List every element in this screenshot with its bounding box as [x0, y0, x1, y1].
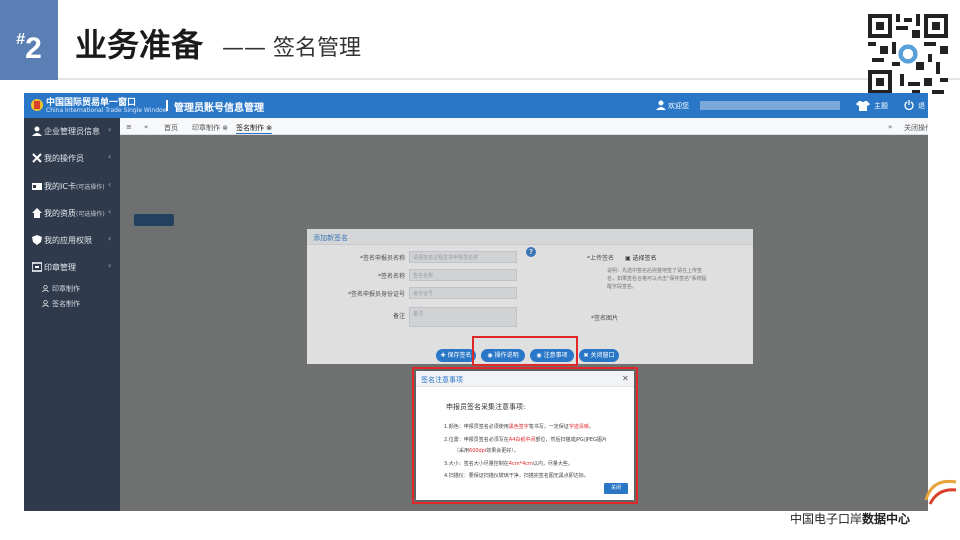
sidebar-item-app-permissions[interactable]: 我的应用权限 ‹: [24, 227, 120, 253]
field-label-sign-name: *签名名称: [377, 273, 405, 280]
sidebar-subitem-seal-make[interactable]: 印章制作: [42, 284, 80, 294]
section-badge: #2: [0, 0, 58, 80]
footer-credit: 中国电子口岸数据中心: [790, 512, 911, 526]
menu-toggle-icon[interactable]: ≡: [126, 123, 132, 131]
user-icon: [32, 126, 42, 136]
single-window-logo-icon: [31, 99, 43, 111]
app-window: 中国国际贸易单一窗口 China International Trade Sin…: [24, 93, 928, 511]
top-navbar: 中国国际贸易单一窗口 China International Trade Sin…: [24, 93, 928, 118]
qr-code-icon: [868, 14, 948, 94]
id-number-input[interactable]: 身份证号: [409, 287, 517, 299]
sign-name-input[interactable]: 签名名称: [409, 269, 517, 281]
field-label-declarant-name: *签名申报员名称: [359, 255, 405, 262]
sidebar-item-label: 印章管理: [44, 263, 76, 272]
chevron-down-icon: ‹: [108, 261, 112, 270]
shirt-icon[interactable]: [856, 101, 870, 111]
upload-description: 说明：先选中签名后完整地签了请在上传签名，如果签名合格可以点击"保存签名"系统提…: [607, 268, 707, 290]
tab-home[interactable]: 首页: [164, 123, 178, 133]
data-center-logo-icon: [924, 479, 957, 505]
chevron-left-icon: ‹: [108, 207, 112, 216]
dialog-header: 添加新签名: [307, 229, 753, 245]
tools-icon: [32, 153, 42, 163]
remark-textarea[interactable]: 备注: [409, 307, 517, 327]
system-name: 管理员账号信息管理: [174, 103, 264, 114]
slide-subtitle: —— 签名管理: [222, 36, 361, 61]
sidebar: 企业管理员信息 ‹ 我的操作员 ‹ 我的IC卡(可选操作) ‹ 我的资质(可选操…: [24, 118, 120, 511]
signature-image-label: *签名图片: [591, 315, 619, 322]
declarant-name-input[interactable]: 请录签名过程发货申报员名称: [409, 251, 517, 263]
close-operations-button[interactable]: 关闭操作: [904, 123, 928, 133]
sidebar-item-label: 企业管理员信息: [44, 127, 100, 136]
user-outline-icon: [42, 300, 49, 307]
chevron-left-icon: ‹: [108, 125, 112, 134]
sidebar-item-label: 我的操作员: [44, 154, 84, 163]
slide: #2 业务准备 —— 签名管理 中国国际贸易单一窗口 China Interna…: [0, 0, 960, 540]
field-label-id-number: *签名申报员身份证号: [347, 291, 405, 298]
sidebar-item-qualification[interactable]: 我的资质(可选操作) ‹: [24, 200, 120, 226]
save-signature-button[interactable]: ✚ 保存签名: [436, 349, 476, 362]
sidebar-subitem-sign-make[interactable]: 签名制作: [42, 299, 80, 309]
user-icon: [656, 100, 666, 110]
highlight-box-notes: [412, 367, 638, 504]
blurred-username: [700, 101, 840, 110]
sidebar-item-ic-card[interactable]: 我的IC卡(可选操作) ‹: [24, 173, 120, 199]
tab-bar: ≡ « 首页 印章制作 ⊗ 签名制作 ⊗ » 关闭操作: [120, 118, 928, 135]
dialog-title: 添加新签名: [313, 234, 348, 242]
header-divider: [166, 100, 168, 111]
user-outline-icon: [42, 285, 49, 292]
chevron-left-icon: ‹: [108, 152, 112, 161]
slide-title: 业务准备: [75, 26, 204, 64]
theme-button[interactable]: 主题: [874, 101, 888, 111]
upload-signature-label: *上传签名: [587, 255, 615, 262]
double-chevron-left-icon[interactable]: «: [144, 123, 148, 131]
field-label-remark: 备注: [392, 313, 405, 320]
shield-icon: [32, 235, 42, 245]
card-icon: [32, 183, 42, 190]
sidebar-item-label: 我的资质(可选操作): [44, 209, 105, 218]
chevron-left-icon: ‹: [108, 234, 112, 243]
sidebar-item-operators[interactable]: 我的操作员 ‹: [24, 145, 120, 171]
exit-button[interactable]: 退: [918, 101, 925, 111]
sidebar-item-admin-info[interactable]: 企业管理员信息 ‹: [24, 118, 120, 144]
stamp-icon: [32, 262, 42, 272]
sidebar-item-label: 我的应用权限: [44, 236, 92, 245]
close-window-button[interactable]: ✖ 关闭窗口: [579, 349, 619, 362]
sidebar-item-label: 我的IC卡(可选操作): [44, 182, 105, 191]
power-icon[interactable]: [904, 100, 914, 110]
tab-seal-make[interactable]: 印章制作 ⊗: [192, 123, 228, 133]
sidebar-item-seal-management[interactable]: 印章管理 ‹: [24, 254, 120, 280]
slide-header: #2 业务准备 —— 签名管理: [0, 0, 960, 94]
welcome-text: 欢迎您: [668, 102, 689, 110]
tab-sign-make[interactable]: 签名制作 ⊗: [236, 123, 273, 134]
help-icon[interactable]: ?: [526, 247, 536, 257]
logo-text-en: China International Trade Single Window: [46, 107, 168, 114]
home-icon: [32, 208, 42, 218]
highlight-box-buttons: [472, 336, 578, 366]
select-signature-button[interactable]: ▣ 选择签名: [625, 253, 657, 262]
double-chevron-right-icon[interactable]: »: [888, 123, 892, 131]
chevron-left-icon: ‹: [108, 180, 112, 189]
